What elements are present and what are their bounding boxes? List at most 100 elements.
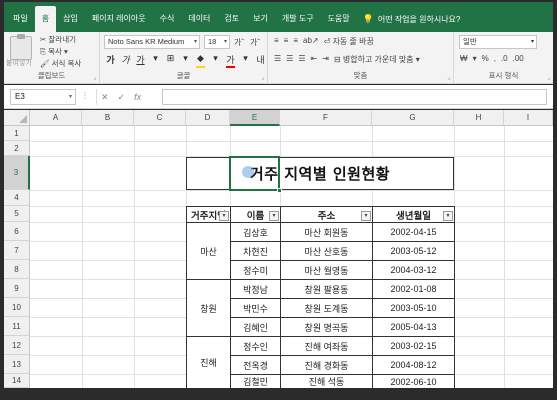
table-cell-birthdate: 2004-03-12: [372, 260, 455, 280]
grow-font-icon[interactable]: 가ˆ: [234, 37, 244, 48]
row-header[interactable]: 2: [4, 141, 30, 156]
worksheet-grid[interactable]: A B C D E F G H I 1 2 3 4 5 6 7 8 9 10 11 12 13 14 거주 지역별 인원현황 거…: [4, 110, 553, 388]
align-top-icon[interactable]: ≡: [274, 36, 279, 47]
column-header[interactable]: D: [186, 110, 230, 126]
phonetic-icon[interactable]: 내: [256, 53, 265, 68]
select-all-button[interactable]: [4, 110, 30, 126]
align-middle-icon[interactable]: ≡: [284, 36, 289, 47]
comma-icon[interactable]: ,: [494, 54, 496, 63]
chevron-down-icon[interactable]: ▾: [151, 53, 160, 68]
table-cell-name: 김철민: [230, 374, 281, 388]
increase-decimal-icon[interactable]: .0: [501, 54, 508, 63]
chevron-down-icon[interactable]: ▾: [241, 53, 250, 68]
tab-review[interactable]: 검토: [217, 6, 246, 32]
tab-help[interactable]: 도움말: [321, 6, 357, 32]
tell-me-search[interactable]: 💡 어떤 작업을 원하시나요?: [363, 6, 461, 32]
number-buttons-row: ₩ ▾ % , .0 .00: [460, 54, 524, 63]
filter-dropdown-icon[interactable]: ▾: [361, 211, 371, 221]
fill-handle[interactable]: [277, 188, 282, 193]
insert-function-icon[interactable]: fx: [134, 92, 141, 102]
formula-input[interactable]: [162, 89, 547, 105]
column-header[interactable]: H: [454, 110, 504, 126]
tab-developer[interactable]: 개발 도구: [275, 6, 321, 32]
row-header[interactable]: 14: [4, 374, 30, 388]
fill-color-icon[interactable]: ◆: [196, 53, 205, 68]
row-header[interactable]: 10: [4, 298, 30, 317]
font-name-select[interactable]: Noto Sans KR Medium ▾: [104, 35, 200, 49]
tab-insert[interactable]: 삽입: [56, 6, 85, 32]
row-header[interactable]: 7: [4, 241, 30, 260]
cancel-icon[interactable]: ✕: [101, 92, 109, 103]
table-cell-address: 창원 명곡동: [280, 317, 373, 337]
tab-page-layout[interactable]: 페이지 레이아웃: [85, 6, 153, 32]
align-right-icon[interactable]: ☰: [298, 54, 305, 65]
dialog-launcher-icon[interactable]: ⌟: [93, 74, 96, 81]
row-header[interactable]: 12: [4, 336, 30, 355]
shrink-font-icon[interactable]: 가ˇ: [250, 37, 260, 48]
column-header[interactable]: E: [230, 110, 280, 126]
percent-icon[interactable]: %: [482, 54, 489, 63]
column-header[interactable]: C: [134, 110, 186, 126]
row-header[interactable]: 9: [4, 279, 30, 298]
increase-indent-icon[interactable]: ⇥: [322, 54, 329, 65]
paste-icon[interactable]: [10, 34, 32, 60]
align-center-icon[interactable]: ☰: [286, 54, 293, 65]
cut-button[interactable]: ✂ 잘라내기: [40, 34, 76, 45]
borders-icon[interactable]: ⊞: [166, 53, 175, 68]
dialog-launcher-icon[interactable]: ⌟: [447, 74, 450, 81]
chevron-down-icon[interactable]: ▾: [473, 54, 477, 63]
row-header[interactable]: 3: [4, 156, 30, 190]
filter-dropdown-icon[interactable]: ▾: [443, 211, 453, 221]
column-header[interactable]: G: [372, 110, 454, 126]
tab-view[interactable]: 보기: [246, 6, 275, 32]
chevron-down-icon: ▾: [223, 39, 227, 45]
dialog-launcher-icon[interactable]: ⌟: [547, 74, 550, 81]
dialog-launcher-icon[interactable]: ⌟: [261, 74, 264, 81]
bold-button[interactable]: 가: [106, 53, 115, 68]
row-header[interactable]: 1: [4, 126, 30, 141]
copy-button[interactable]: ⎘ 복사 ▾: [40, 46, 68, 57]
gridline: [30, 141, 553, 142]
wrap-text-label: 자동 줄 바꿈: [332, 37, 374, 46]
row-header[interactable]: 11: [4, 317, 30, 336]
font-color-button[interactable]: 가: [226, 53, 235, 68]
align-bottom-icon[interactable]: ≡: [293, 36, 298, 47]
column-header[interactable]: B: [82, 110, 134, 126]
filter-dropdown-icon[interactable]: ▾: [219, 211, 229, 221]
chevron-down-icon[interactable]: ▾: [211, 53, 220, 68]
font-group-label: 글꼴: [176, 71, 191, 80]
tab-formulas[interactable]: 수식: [153, 6, 182, 32]
underline-button[interactable]: 가: [136, 53, 145, 68]
italic-button[interactable]: 가: [121, 53, 130, 68]
decrease-decimal-icon[interactable]: .00: [513, 54, 524, 63]
column-header[interactable]: A: [30, 110, 82, 126]
orientation-icon[interactable]: ab↗: [303, 36, 319, 47]
row-header[interactable]: 6: [4, 222, 30, 241]
decrease-indent-icon[interactable]: ⇤: [311, 54, 318, 65]
row-header[interactable]: 5: [4, 206, 30, 222]
table-cell-region: 진해: [186, 336, 231, 388]
format-painter-button[interactable]: 🖌 서식 복사: [40, 58, 81, 69]
merge-center-button[interactable]: ⊟ 병합하고 가운데 맞춤 ▾: [334, 54, 420, 65]
column-header[interactable]: I: [504, 110, 553, 126]
currency-icon[interactable]: ₩: [460, 54, 468, 63]
name-box[interactable]: E3 ▾: [10, 89, 76, 105]
number-format-select[interactable]: 일반 ▾: [459, 35, 537, 49]
chevron-down-icon[interactable]: ▾: [181, 53, 190, 68]
row-header[interactable]: 4: [4, 190, 30, 206]
filter-dropdown-icon[interactable]: ▾: [269, 211, 279, 221]
font-size-select[interactable]: 18 ▾: [204, 35, 230, 49]
tab-home[interactable]: 홈: [34, 6, 57, 32]
tab-data[interactable]: 데이터: [181, 6, 217, 32]
row-header[interactable]: 8: [4, 260, 30, 279]
align-left-icon[interactable]: ☰: [274, 54, 281, 65]
column-header[interactable]: F: [280, 110, 372, 126]
table-cell-name: 정수인: [230, 336, 281, 356]
enter-icon[interactable]: ✓: [118, 92, 126, 103]
wrap-text-button[interactable]: ⏎ 자동 줄 바꿈: [324, 36, 374, 47]
formula-bar: E3 ▾ ⋮ ✕ ✓ fx: [4, 85, 553, 109]
table-cell-address: 창원 도계동: [280, 298, 373, 318]
row-header[interactable]: 13: [4, 355, 30, 374]
tab-file[interactable]: 파일: [6, 6, 35, 32]
paste-button-label[interactable]: 붙여넣기: [6, 58, 32, 68]
